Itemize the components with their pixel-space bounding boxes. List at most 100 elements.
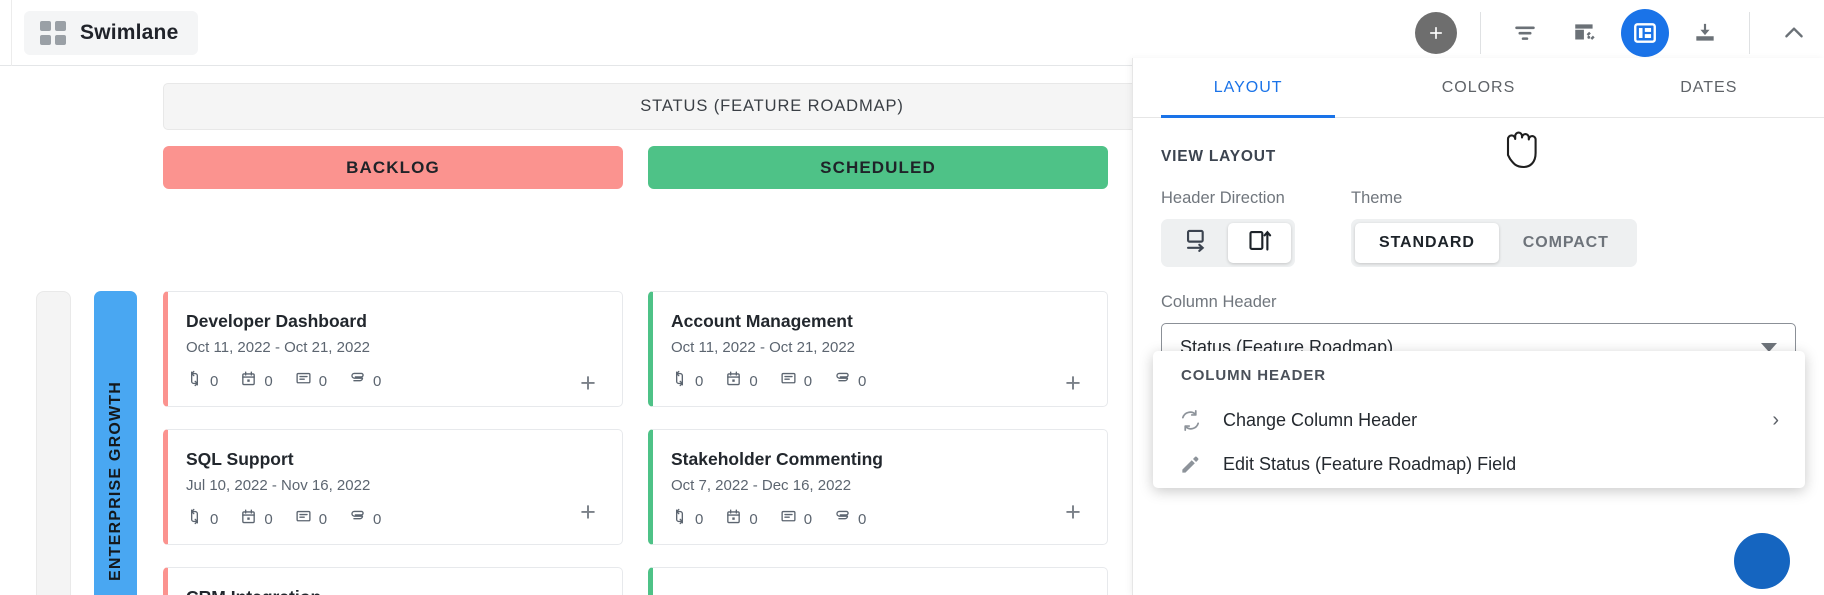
meta-references: 0 xyxy=(186,370,218,392)
swimlane-label[interactable]: ENTERPRISE GROWTH xyxy=(94,291,137,595)
column-header-chip[interactable]: SCHEDULED xyxy=(648,146,1108,189)
attachment-icon xyxy=(834,508,851,530)
theme-option-standard[interactable]: STANDARD xyxy=(1355,223,1499,263)
tab-dates[interactable]: DATES xyxy=(1594,58,1824,117)
horizontal-direction-option[interactable] xyxy=(1165,223,1228,263)
meta-calendar: 0 xyxy=(725,508,757,530)
task-card-meta: 0 0 0 0 xyxy=(186,508,602,530)
meta-references: 0 xyxy=(671,508,703,530)
meta-count: 0 xyxy=(210,511,218,528)
meta-count: 0 xyxy=(319,373,327,390)
add-card-button[interactable]: + xyxy=(575,500,601,526)
header-vertical-icon xyxy=(1246,227,1273,259)
swimlane-drag-handle[interactable] xyxy=(36,291,71,595)
meta-count: 0 xyxy=(210,373,218,390)
task-card-dates: Oct 11, 2022 - Oct 21, 2022 xyxy=(186,339,602,356)
settings-panel: LAYOUTCOLORSDATES VIEW LAYOUT Header Dir… xyxy=(1132,58,1824,595)
layout-button[interactable] xyxy=(1615,0,1675,66)
tab-layout[interactable]: LAYOUT xyxy=(1133,58,1363,117)
task-card-title: Stakeholder Commenting xyxy=(671,449,1087,470)
add-card-button[interactable]: + xyxy=(1060,371,1086,397)
column-header-label: Column Header xyxy=(1161,293,1796,312)
references-icon xyxy=(186,508,203,530)
toolbar-actions xyxy=(1406,0,1824,66)
add-card-button[interactable]: + xyxy=(575,371,601,397)
task-card[interactable]: SQL SupportJul 10, 2022 - Nov 16, 202200… xyxy=(163,429,623,545)
header-horizontal-icon xyxy=(1183,227,1210,259)
task-card-title: SQL Support xyxy=(186,449,602,470)
view-title-chip[interactable]: Swimlane xyxy=(24,11,198,55)
references-icon xyxy=(671,508,688,530)
panel-tabs: LAYOUTCOLORSDATES xyxy=(1133,58,1824,118)
references-icon xyxy=(186,370,203,392)
theme-label: Theme xyxy=(1351,189,1637,208)
header-direction-toggle xyxy=(1161,219,1295,267)
comment-icon xyxy=(780,508,797,530)
task-card[interactable]: Stakeholder Commenting Oct 7, 2022 - Dec … xyxy=(648,429,1108,545)
mouse-cursor xyxy=(1494,115,1542,176)
meta-count: 0 xyxy=(804,511,812,528)
meta-comment: 0 xyxy=(780,370,812,392)
meta-references: 0 xyxy=(186,508,218,530)
meta-count: 0 xyxy=(373,511,381,528)
vertical-direction-option[interactable] xyxy=(1228,223,1291,263)
page-title: Swimlane xyxy=(80,21,178,45)
meta-count: 0 xyxy=(695,373,703,390)
task-card-dates: Jul 10, 2022 - Nov 16, 2022 xyxy=(186,477,602,494)
theme-toggle: STANDARD COMPACT xyxy=(1351,219,1637,267)
task-card[interactable] xyxy=(648,567,1108,595)
theme-field: Theme STANDARD COMPACT xyxy=(1351,189,1637,267)
filter-button[interactable] xyxy=(1495,0,1555,66)
references-icon xyxy=(671,370,688,392)
meta-count: 0 xyxy=(858,373,866,390)
task-card-title: CRM Integration xyxy=(186,587,602,595)
plus-icon xyxy=(1415,12,1457,54)
meta-count: 0 xyxy=(264,373,272,390)
comment-icon xyxy=(295,370,312,392)
pencil-icon xyxy=(1179,453,1223,476)
meta-attachment: 0 xyxy=(349,508,381,530)
header-direction-label: Header Direction xyxy=(1161,189,1295,208)
meta-calendar: 0 xyxy=(240,370,272,392)
meta-count: 0 xyxy=(749,511,757,528)
meta-count: 0 xyxy=(264,511,272,528)
menu-item-label: Edit Status (Feature Roadmap) Field xyxy=(1223,454,1516,475)
left-rail xyxy=(0,0,12,66)
meta-attachment: 0 xyxy=(349,370,381,392)
floating-action-button[interactable] xyxy=(1734,533,1790,589)
attachment-icon xyxy=(349,508,366,530)
column-0: BACKLOG xyxy=(163,146,623,189)
task-card[interactable]: Developer Dashboard Oct 11, 2022 - Oct 21… xyxy=(163,291,623,407)
lane-column-1: Account ManagementOct 11, 2022 - Oct 21,… xyxy=(648,291,1108,595)
tab-colors[interactable]: COLORS xyxy=(1363,58,1593,117)
meta-count: 0 xyxy=(804,373,812,390)
task-card-dates: Oct 11, 2022 - Oct 21, 2022 xyxy=(671,339,1087,356)
menu-item-edit-field[interactable]: Edit Status (Feature Roadmap) Field xyxy=(1153,442,1805,486)
task-card-meta: 0000 xyxy=(671,508,1087,530)
task-card[interactable]: Account ManagementOct 11, 2022 - Oct 21,… xyxy=(648,291,1108,407)
task-card-dates: Oct 7, 2022 - Dec 16, 2022 xyxy=(671,477,1087,494)
task-card[interactable]: CRM IntegrationAug 12, 2021 - Oct 15, 20… xyxy=(163,567,623,595)
export-button[interactable] xyxy=(1675,0,1735,66)
calendar-icon xyxy=(725,508,742,530)
add-card-button[interactable]: + xyxy=(1060,500,1086,526)
column-1: SCHEDULED xyxy=(648,146,1108,189)
task-card-title: Developer Dashboard xyxy=(186,311,602,332)
collapse-button[interactable] xyxy=(1764,0,1824,66)
theme-option-compact[interactable]: COMPACT xyxy=(1499,223,1633,263)
swimlane-label-text: ENTERPRISE GROWTH xyxy=(107,381,125,581)
attachment-icon xyxy=(349,370,366,392)
column-header-chip[interactable]: BACKLOG xyxy=(163,146,623,189)
chevron-up-icon xyxy=(1781,20,1807,46)
calendar-icon xyxy=(240,508,257,530)
meta-count: 0 xyxy=(695,511,703,528)
meta-attachment: 0 xyxy=(834,370,866,392)
integrations-button[interactable] xyxy=(1555,0,1615,66)
meta-comment: 0 xyxy=(295,508,327,530)
meta-comment: 0 xyxy=(295,370,327,392)
toolbar-divider-2 xyxy=(1749,12,1750,54)
menu-item-change-column-header[interactable]: Change Column Header › xyxy=(1153,398,1805,442)
column-header-menu-title: COLUMN HEADER xyxy=(1153,367,1805,384)
add-button[interactable] xyxy=(1406,0,1466,66)
menu-item-label: Change Column Header xyxy=(1223,410,1417,431)
